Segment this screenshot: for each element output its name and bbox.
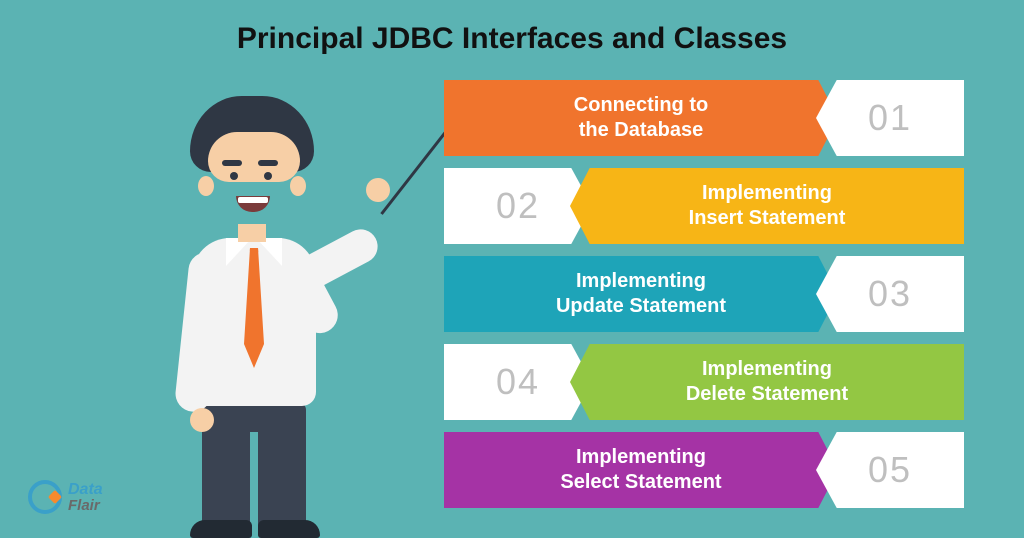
steps-list: Connecting to the Database 01 02 Impleme… <box>444 80 964 520</box>
shoe <box>190 520 252 538</box>
step-number-box: 05 <box>816 432 964 508</box>
presenter-illustration <box>140 90 400 530</box>
ear <box>290 176 306 196</box>
step-banner: Implementing Insert Statement <box>570 168 964 244</box>
list-item: 02 Implementing Insert Statement <box>444 168 964 244</box>
collar <box>256 238 282 266</box>
mouth <box>236 196 270 212</box>
step-number-box: 03 <box>816 256 964 332</box>
eyebrow <box>222 160 242 166</box>
step-banner: Implementing Select Statement <box>444 432 838 508</box>
hand <box>366 178 390 202</box>
step-number-box: 01 <box>816 80 964 156</box>
step-label: Implementing <box>702 358 832 380</box>
step-label: Implementing <box>702 182 832 204</box>
step-number: 01 <box>868 97 912 139</box>
legs <box>202 402 306 530</box>
step-number: 02 <box>496 185 540 227</box>
step-number: 05 <box>868 449 912 491</box>
step-label: Implementing <box>576 446 706 468</box>
step-number-box: 02 <box>444 168 592 244</box>
page-title: Principal JDBC Interfaces and Classes <box>0 22 1024 56</box>
logo-text: Data Flair <box>68 482 103 513</box>
step-label: Delete Statement <box>686 383 848 405</box>
step-label: Select Statement <box>560 471 721 493</box>
list-item: Implementing Select Statement 05 <box>444 432 964 508</box>
step-banner: Implementing Delete Statement <box>570 344 964 420</box>
step-banner: Implementing Update Statement <box>444 256 838 332</box>
step-number-box: 04 <box>444 344 592 420</box>
neck <box>238 224 266 242</box>
step-number: 04 <box>496 361 540 403</box>
step-banner: Connecting to the Database <box>444 80 838 156</box>
eye <box>264 172 272 180</box>
step-number: 03 <box>868 273 912 315</box>
logo-icon <box>28 480 62 514</box>
collar <box>226 238 252 266</box>
logo-line1: Data <box>68 482 103 498</box>
step-label: Implementing <box>576 270 706 292</box>
list-item: Connecting to the Database 01 <box>444 80 964 156</box>
eyebrow <box>258 160 278 166</box>
step-label: Insert Statement <box>689 207 846 229</box>
shoe <box>258 520 320 538</box>
list-item: 04 Implementing Delete Statement <box>444 344 964 420</box>
ear <box>198 176 214 196</box>
hair <box>190 96 314 172</box>
brand-logo: Data Flair <box>28 480 103 514</box>
step-label: the Database <box>579 119 704 141</box>
step-label: Connecting to <box>574 94 708 116</box>
list-item: Implementing Update Statement 03 <box>444 256 964 332</box>
eye <box>230 172 238 180</box>
hand <box>190 408 214 432</box>
logo-line2: Flair <box>68 498 103 513</box>
step-label: Update Statement <box>556 295 726 317</box>
